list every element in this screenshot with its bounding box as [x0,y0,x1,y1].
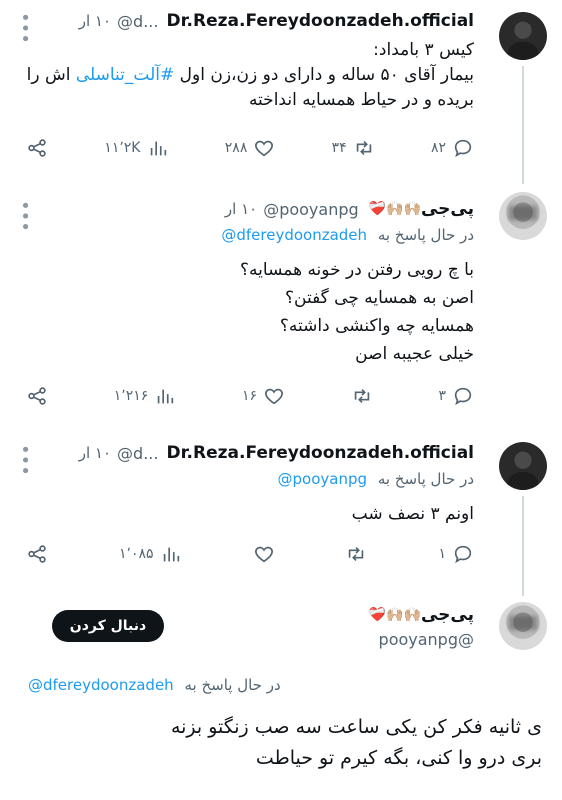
views-button[interactable]: ۱٬۰۸۵ [119,543,182,565]
view-count: ۱۱٬۲K [104,140,141,156]
display-name[interactable]: Dr.Reza.Fereydoonzadeh.official [166,443,474,463]
retweet-button[interactable]: ۳۴ [332,137,375,159]
tweet-line-part: اش را [26,65,71,85]
name-emoji: 🙌🏼🙌🏼❤️‍🩹 [368,201,421,217]
tweet-text: اونم ۳ نصف شب [20,502,474,527]
timestamp[interactable]: ۱۰ ار [79,12,111,30]
tweet-line: ی ثانیه فکر کن یکی ساعت سه صب زنگتو بزنه [170,716,542,738]
hashtag-link[interactable]: #آلت_تناسلی [76,65,174,85]
handle[interactable]: @d... [117,12,158,31]
heart-icon [255,140,274,157]
share-button[interactable] [26,137,48,159]
tweet-header: Dr.Reza.Fereydoonzadeh.official @d... ۱۰… [20,8,474,34]
thread-line [522,496,524,596]
tweet-line: با چ رویی رفتن در خونه همسایه؟ [240,260,474,280]
tweet-header: پی‌جی 🙌🏼🙌🏼❤️‍🩹 [180,602,474,628]
avatar[interactable] [499,602,547,650]
view-count: ۱٬۲۱۶ [113,388,149,404]
tweet-line: همسایه چه واکنشی داشته؟ [279,316,474,336]
tweet-text: ی ثانیه فکر کن یکی ساعت سه صب زنگتو بزنه… [20,712,542,774]
avatar[interactable] [499,442,547,490]
tweet-line: بریده و در حیاط همسایه انداخته [248,90,474,110]
share-button[interactable] [26,543,48,565]
handle[interactable]: @d... [117,444,158,463]
tweet-line-part: بیمار آقای ۵۰ ساله و دارای دو زن،زن اول [179,65,474,85]
display-name[interactable]: پی‌جی [421,199,474,219]
thread-line [522,66,524,184]
follow-button[interactable]: دنبال کردن [52,610,164,642]
heart-icon [254,546,273,563]
views-icon [158,389,174,404]
like-count: ۲۸۸ [224,140,248,156]
retweet-count: ۳۴ [331,140,347,156]
display-name[interactable]: Dr.Reza.Fereydoonzadeh.official [166,11,474,31]
replying-to: در حال پاسخ به @dfereydoonzadeh [221,226,474,244]
timestamp[interactable]: ۱۰ ار [79,444,111,462]
replying-to-label: در حال پاسخ به [184,676,281,694]
reply-icon [454,387,472,406]
tweet-line: کیس ۳ بامداد: [373,40,474,60]
tweet-1[interactable]: Dr.Reza.Fereydoonzadeh.official @d... ۱۰… [0,0,562,184]
tweet-3[interactable]: Dr.Reza.Fereydoonzadeh.official @d... ۱۰… [0,430,562,596]
views-icon [163,547,179,562]
reply-count: ۸۲ [430,140,446,156]
avatar[interactable] [499,12,547,60]
avatar[interactable] [499,192,547,240]
reply-count: ۳ [438,388,446,404]
mention-link[interactable]: @dfereydoonzadeh [28,676,174,694]
share-icon [28,387,46,405]
display-name[interactable]: پی‌جی [421,605,474,625]
tweet-line: بری درو وا کنی، بگه کیرم تو حیاطت [255,747,542,769]
tweet-line: خیلی عجیبه اصن [355,344,474,364]
replying-to: در حال پاسخ به @dfereydoonzadeh [28,676,281,694]
share-icon [28,545,46,563]
reply-count: ۱ [438,546,446,562]
replying-to: در حال پاسخ به @pooyanpg [278,470,474,488]
action-bar: ۱ ۱٬۰۸۵ [26,542,474,566]
like-count: ۱۶ [241,388,258,404]
tweet-line: اونم ۳ نصف شب [351,504,474,524]
retweet-icon [349,546,364,562]
heart-icon [265,388,283,405]
mention-link[interactable]: @dfereydoonzadeh [221,226,367,244]
tweet-line: بیمار آقای ۵۰ ساله و دارای دو زن،زن اول … [20,63,474,88]
like-button[interactable]: ۱۶ [242,385,285,407]
views-icon [150,141,166,156]
tweet-text: با چ رویی رفتن در خونه همسایه؟ اصن به هم… [20,256,474,368]
replying-to-label: در حال پاسخ به [377,470,474,488]
reply-icon [454,139,472,158]
name-emoji: 🙌🏼🙌🏼❤️‍🩹 [368,607,421,623]
retweet-button[interactable] [345,543,367,565]
like-button[interactable] [253,543,275,565]
tweet-2[interactable]: پی‌جی 🙌🏼🙌🏼❤️‍🩹 @pooyanpg ۱۰ ار ••• در حا… [0,184,562,429]
share-button[interactable] [26,385,48,407]
action-bar: ۳ ۱۶ ۱٬۲۱۶ [26,384,474,408]
more-icon[interactable]: ••• [14,200,35,232]
handle-line: @pooyanpg [379,630,474,649]
more-icon[interactable]: ••• [14,444,35,476]
tweet-header: پی‌جی 🙌🏼🙌🏼❤️‍🩹 @pooyanpg ۱۰ ار [20,196,474,222]
share-icon [28,139,46,157]
action-bar: ۸۲ ۳۴ ۲۸۸ ۱۱٬۲K [26,136,474,160]
handle[interactable]: @pooyanpg [263,200,358,219]
handle[interactable]: @pooyanpg [379,630,474,649]
retweet-icon [354,388,369,404]
tweet-4[interactable]: پی‌جی 🙌🏼🙌🏼❤️‍🩹 @pooyanpg دنبال کردن در ح… [0,596,562,800]
replying-to-label: در حال پاسخ به [377,226,474,244]
mention-link[interactable]: @pooyanpg [278,470,368,488]
tweet-text: کیس ۳ بامداد: بیمار آقای ۵۰ ساله و دارای… [20,38,474,113]
reply-button[interactable]: ۱ [438,543,474,565]
timestamp[interactable]: ۱۰ ار [225,200,257,218]
tweet-header: Dr.Reza.Fereydoonzadeh.official @d... ۱۰… [20,440,474,466]
view-count: ۱٬۰۸۵ [118,546,154,562]
tweet-line: اصن به همسایه چی گفتن؟ [284,288,474,308]
views-button[interactable]: ۱۱٬۲K [104,137,168,159]
like-button[interactable]: ۲۸۸ [225,137,276,159]
views-button[interactable]: ۱٬۲۱۶ [114,385,177,407]
reply-button[interactable]: ۸۲ [431,137,474,159]
reply-icon [454,545,472,564]
retweet-icon [356,140,371,156]
retweet-button[interactable] [351,385,373,407]
reply-button[interactable]: ۳ [438,385,474,407]
